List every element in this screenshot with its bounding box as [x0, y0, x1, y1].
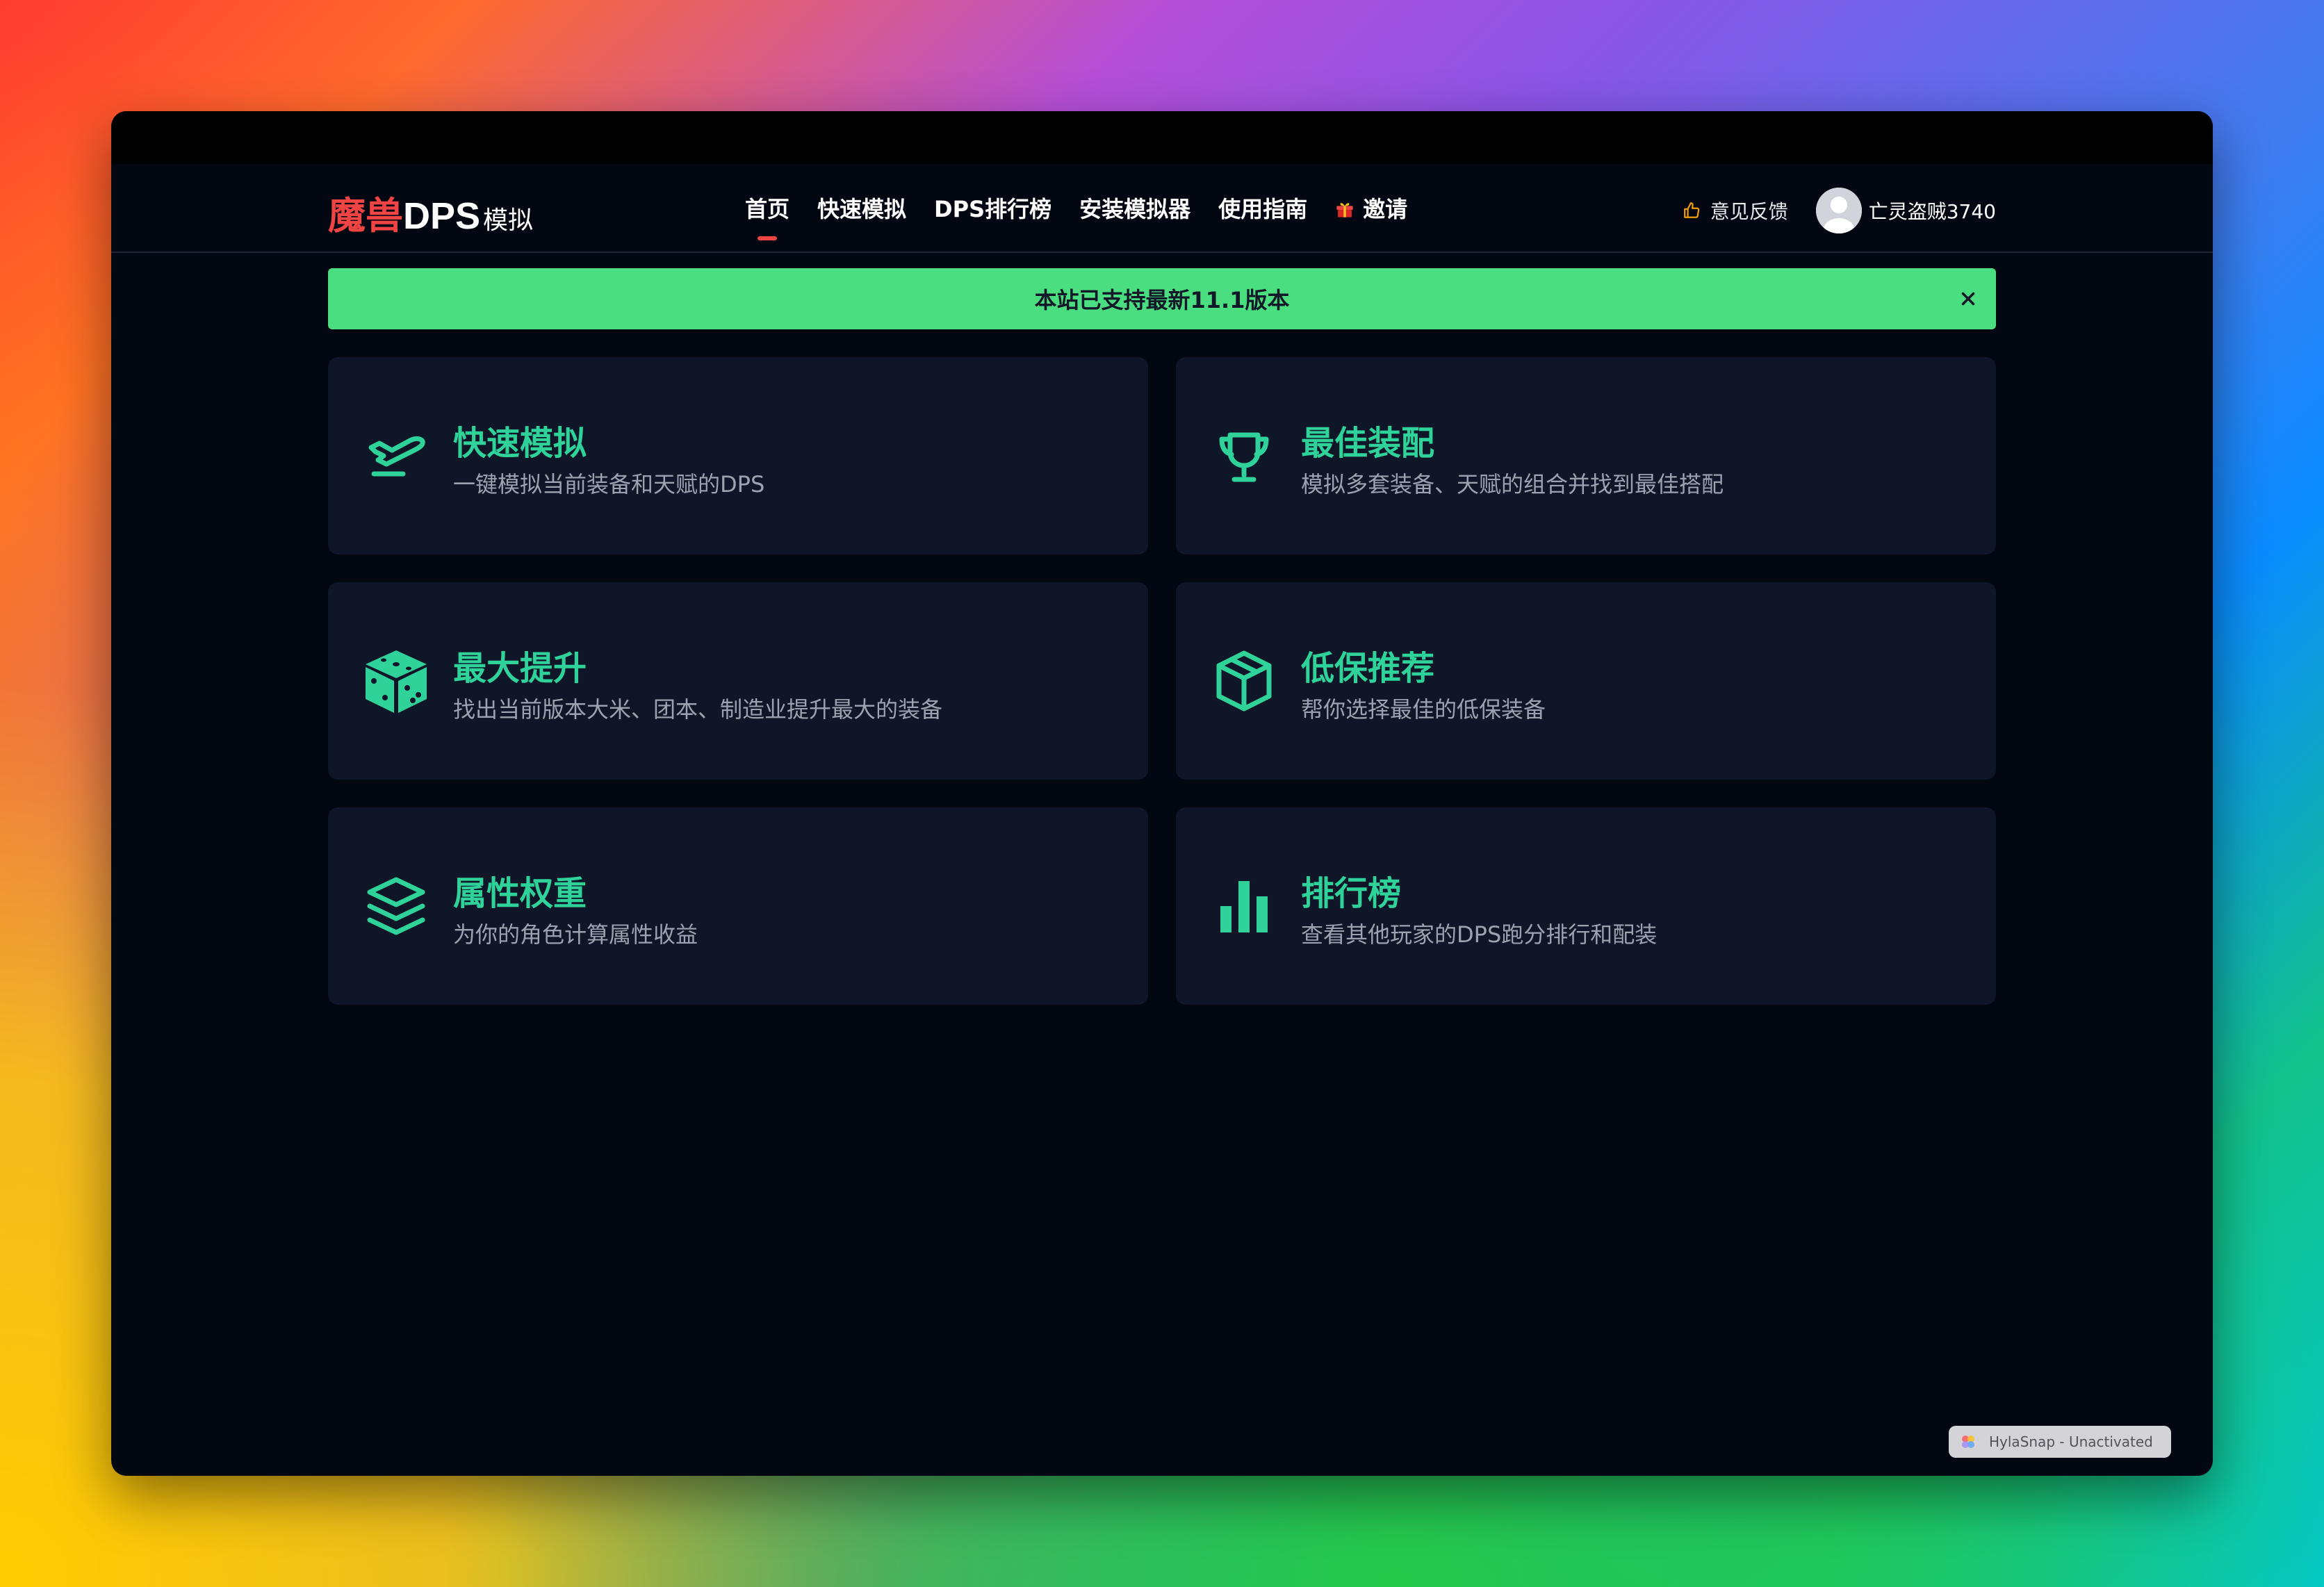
- card-title: 属性权重: [453, 874, 587, 913]
- header-right: 意见反馈 亡灵盗贼3740: [1683, 188, 1996, 233]
- user-avatar-icon: [1815, 188, 1862, 233]
- feature-card-max-upgrade[interactable]: 最大提升 找出当前版本大米、团本、制造业提升最大的装备: [328, 582, 1148, 780]
- logo-text-warcraft: 魔兽: [328, 195, 403, 237]
- logo-text-sim: 模拟: [483, 206, 534, 234]
- trophy-icon: [1219, 432, 1269, 482]
- feedback-label: 意见反馈: [1710, 200, 1788, 223]
- close-icon[interactable]: [1956, 286, 1981, 311]
- card-description: 为你的角色计算属性收益: [453, 921, 698, 948]
- nav-item-dps-ranking[interactable]: DPS排行榜: [934, 192, 1051, 224]
- user-menu[interactable]: 亡灵盗贼3740: [1815, 188, 1996, 233]
- watermark-text: HylaSnap - Unactivated: [1989, 1433, 2153, 1450]
- watermark-badge: HylaSnap - Unactivated: [1949, 1426, 2171, 1458]
- card-description: 一键模拟当前装备和天赋的DPS: [453, 471, 765, 498]
- nav-item-invite-label: 邀请: [1363, 196, 1408, 222]
- card-description: 查看其他玩家的DPS跑分排行和配装: [1301, 921, 1658, 948]
- dice-icon: [366, 650, 427, 713]
- card-description: 帮你选择最佳的低保装备: [1301, 696, 1546, 723]
- plane-icon: [368, 436, 425, 477]
- nav-item-install-simulator[interactable]: 安装模拟器: [1079, 192, 1190, 224]
- card-title: 最大提升: [453, 649, 587, 688]
- app-window: 魔兽 DPS 模拟 首页 快速模拟 DPS排行榜 安装模拟器 使用指南 邀请 意…: [111, 111, 2213, 1476]
- card-description: 找出当前版本大米、团本、制造业提升最大的装备: [453, 696, 943, 723]
- nav-item-quick-sim[interactable]: 快速模拟: [817, 192, 906, 224]
- username: 亡灵盗贼3740: [1868, 200, 1996, 223]
- site-logo[interactable]: 魔兽 DPS 模拟: [328, 185, 533, 240]
- main-nav: 首页 快速模拟 DPS排行榜 安装模拟器 使用指南 邀请: [745, 192, 1435, 240]
- feature-card-stat-weights[interactable]: 属性权重 为你的角色计算属性收益: [328, 807, 1148, 1005]
- window-titlebar: [111, 111, 2213, 164]
- logo-text-dps: DPS: [403, 195, 481, 237]
- bar-chart-icon: [1220, 881, 1268, 932]
- nav-item-guide[interactable]: 使用指南: [1218, 192, 1307, 224]
- box-icon: [1216, 650, 1272, 712]
- card-title: 快速模拟: [453, 424, 587, 463]
- card-title: 最佳装配: [1301, 424, 1435, 463]
- feature-card-quick-sim[interactable]: 快速模拟 一键模拟当前装备和天赋的DPS: [328, 357, 1148, 554]
- banner-text: 本站已支持最新11.1版本: [1034, 287, 1290, 313]
- card-title: 低保推荐: [1301, 649, 1435, 688]
- feature-card-best-gear[interactable]: 最佳装配 模拟多套装备、天赋的组合并找到最佳搭配: [1176, 357, 1996, 554]
- nav-item-home[interactable]: 首页: [745, 192, 789, 240]
- avatar: [1815, 188, 1862, 233]
- card-title: 排行榜: [1301, 874, 1402, 913]
- card-description: 模拟多套装备、天赋的组合并找到最佳搭配: [1301, 471, 1724, 498]
- thumbs-up-icon: [1683, 202, 1700, 218]
- gift-icon: [1336, 203, 1353, 217]
- feature-card-vault-recommend[interactable]: 低保推荐 帮你选择最佳的低保装备: [1176, 582, 1996, 780]
- nav-item-invite[interactable]: 邀请: [1335, 192, 1407, 224]
- announcement-banner: 本站已支持最新11.1版本: [328, 268, 1996, 329]
- feature-card-leaderboard[interactable]: 排行榜 查看其他玩家的DPS跑分排行和配装: [1176, 807, 1996, 1005]
- feedback-link[interactable]: 意见反馈: [1683, 197, 1788, 224]
- top-navbar: 魔兽 DPS 模拟 首页 快速模拟 DPS排行榜 安装模拟器 使用指南 邀请 意…: [111, 164, 2213, 253]
- layers-icon: [367, 877, 425, 935]
- hylasnap-logo-icon: [1962, 1436, 1974, 1448]
